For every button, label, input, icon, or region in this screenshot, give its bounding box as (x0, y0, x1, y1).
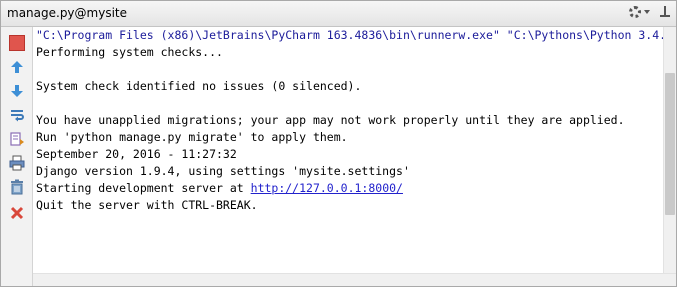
run-tool-window: manage.py@mysite "C:\Program Files (x86)… (0, 0, 677, 287)
console-line: You have unapplied migrations; your app … (36, 113, 625, 127)
console-line: System check identified no issues (0 sil… (36, 79, 362, 93)
console-line: Django version 1.9.4, using settings 'my… (36, 164, 410, 178)
soft-wrap-icon[interactable] (9, 107, 25, 123)
console-line: Starting development server at http://12… (33, 180, 663, 197)
scroll-to-end-icon[interactable] (9, 131, 25, 147)
chevron-down-icon[interactable] (644, 10, 650, 14)
hide-icon[interactable] (660, 5, 670, 19)
vertical-scrollbar[interactable] (663, 27, 676, 273)
horizontal-scrollbar[interactable] (33, 273, 676, 286)
window-title: manage.py@mysite (7, 6, 127, 20)
server-url-link[interactable]: http://127.0.0.1:8000/ (251, 181, 403, 195)
trash-icon[interactable] (9, 179, 25, 195)
console-line: Performing system checks... (36, 45, 223, 59)
vertical-scrollbar-thumb[interactable] (665, 73, 675, 215)
tool-sidebar (1, 27, 33, 286)
settings-icon[interactable] (629, 6, 641, 18)
title-bar: manage.py@mysite (1, 1, 676, 27)
console-line: Quit the server with CTRL-BREAK. (36, 198, 258, 212)
console-line-text: Starting development server at (36, 181, 251, 195)
console-output[interactable]: "C:\Program Files (x86)\JetBrains\PyChar… (33, 27, 663, 273)
console-line: "C:\Program Files (x86)\JetBrains\PyChar… (36, 28, 663, 42)
print-icon[interactable] (9, 155, 25, 171)
title-bar-icons (629, 5, 670, 19)
console-line: Run 'python manage.py migrate' to apply … (36, 130, 348, 144)
up-arrow-icon[interactable] (9, 59, 25, 75)
console-line: September 20, 2016 - 11:27:32 (36, 147, 237, 161)
down-arrow-icon[interactable] (9, 83, 25, 99)
close-icon[interactable] (9, 205, 25, 221)
stop-icon[interactable] (9, 35, 25, 51)
